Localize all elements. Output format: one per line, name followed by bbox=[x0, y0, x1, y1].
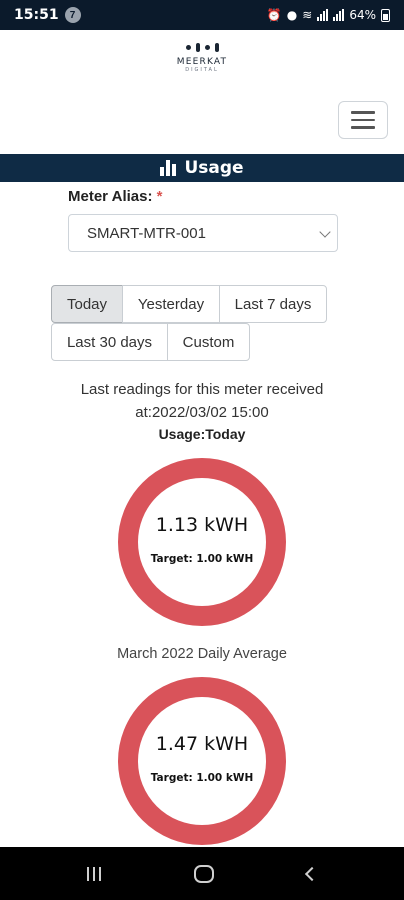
system-nav-bar bbox=[0, 847, 404, 900]
hamburger-menu-button[interactable] bbox=[338, 101, 388, 139]
back-icon[interactable] bbox=[305, 866, 320, 881]
signal-icon bbox=[317, 9, 329, 21]
meerkat-logo[interactable]: MEERKAT DIGITAL bbox=[170, 40, 234, 73]
wifi-icon: ≋ bbox=[302, 8, 313, 22]
app-header: MEERKAT DIGITAL bbox=[0, 30, 404, 154]
period-today-button[interactable]: Today bbox=[51, 285, 123, 323]
page-title-bar: Usage bbox=[0, 154, 404, 182]
meter-alias-select[interactable]: SMART-MTR-001 bbox=[68, 214, 338, 252]
home-icon[interactable] bbox=[193, 864, 214, 883]
recents-icon[interactable] bbox=[86, 866, 101, 881]
period-custom-button[interactable]: Custom bbox=[167, 323, 250, 361]
notification-badge: 7 bbox=[64, 7, 81, 23]
battery-percent: 64% bbox=[349, 8, 376, 22]
daily-average-title: March 2022 Daily Average bbox=[117, 646, 287, 662]
page-title: Usage bbox=[184, 158, 244, 178]
usage-gauge: 1.13 kWH Target: 1.00 kWH bbox=[118, 458, 286, 626]
status-icons: ⏰ ● ≋ 64% bbox=[267, 8, 390, 22]
usage-title: Usage:Today bbox=[158, 426, 246, 442]
last-readings-line-1: Last readings for this meter received bbox=[80, 381, 324, 398]
location-icon: ● bbox=[286, 8, 298, 22]
usage-value: 1.13 kWH bbox=[155, 514, 249, 536]
logo-tagline: DIGITAL bbox=[185, 67, 219, 73]
bar-chart-icon bbox=[160, 160, 177, 176]
hamburger-icon bbox=[351, 111, 375, 114]
period-yesterday-button[interactable]: Yesterday bbox=[122, 285, 220, 323]
meter-alias-label-text: Meter Alias: bbox=[68, 188, 153, 205]
status-time: 15:51 bbox=[14, 7, 59, 23]
required-marker: * bbox=[156, 188, 163, 205]
daily-average-value: 1.47 kWH bbox=[155, 733, 249, 755]
signal-icon-2 bbox=[333, 9, 345, 21]
last-readings-info: Last readings for this meter received at… bbox=[40, 378, 364, 424]
chevron-down-icon bbox=[319, 226, 331, 238]
logo-mark-icon bbox=[170, 40, 234, 54]
meter-alias-label: Meter Alias: * bbox=[68, 188, 163, 205]
alarm-icon: ⏰ bbox=[266, 8, 282, 22]
last-readings-line-2: at:2022/03/02 15:00 bbox=[135, 404, 269, 421]
status-bar: 15:51 7 ⏰ ● ≋ 64% bbox=[0, 0, 404, 30]
daily-average-target: Target: 1.00 kWH bbox=[150, 772, 254, 784]
logo-name: MEERKAT bbox=[176, 57, 228, 67]
battery-icon bbox=[381, 8, 390, 22]
period-last-30-days-button[interactable]: Last 30 days bbox=[51, 323, 168, 361]
meter-alias-value: SMART-MTR-001 bbox=[87, 224, 206, 242]
period-last-7-days-button[interactable]: Last 7 days bbox=[219, 285, 327, 323]
daily-average-gauge: 1.47 kWH Target: 1.00 kWH bbox=[118, 677, 286, 845]
usage-target: Target: 1.00 kWH bbox=[150, 553, 254, 565]
